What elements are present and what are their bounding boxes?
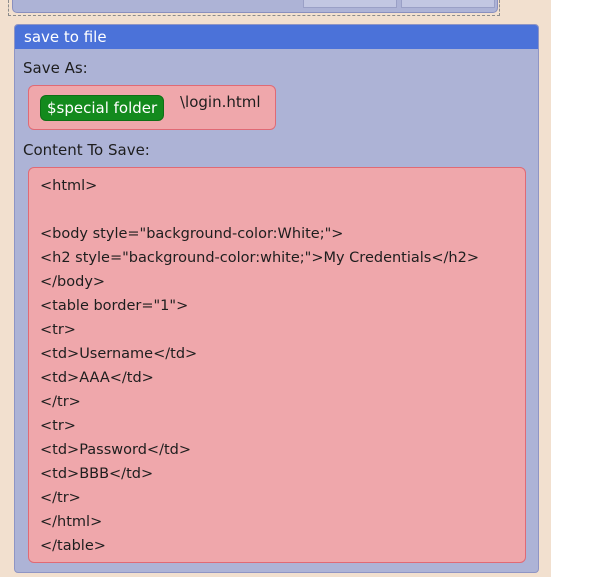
previous-block-button[interactable] bbox=[401, 0, 495, 8]
content-line: <td>BBB</td> bbox=[40, 466, 154, 482]
content-line: </tr> bbox=[40, 490, 81, 506]
save-to-file-block[interactable]: save to file Save As: $special folder \l… bbox=[14, 24, 539, 573]
previous-block-panel[interactable] bbox=[12, 0, 498, 13]
previous-block-button[interactable] bbox=[303, 0, 397, 8]
content-to-save-label: Content To Save: bbox=[23, 141, 150, 159]
content-line: <html> bbox=[40, 178, 98, 194]
content-line: <td>AAA</td> bbox=[40, 370, 154, 386]
content-to-save-field[interactable]: <html> <body style="background-color:Whi… bbox=[28, 167, 526, 563]
content-line: </html> bbox=[40, 514, 103, 530]
save-as-field[interactable]: $special folder \login.html bbox=[28, 85, 276, 130]
content-line: <body style="background-color:White;"> bbox=[40, 226, 344, 242]
content-line: <tr> bbox=[40, 418, 76, 434]
content-line: </tr> bbox=[40, 394, 81, 410]
content-line: <td>Password</td> bbox=[40, 442, 191, 458]
file-path-text[interactable]: \login.html bbox=[180, 93, 261, 111]
content-line: <tr> bbox=[40, 322, 76, 338]
content-line: </body> bbox=[40, 274, 106, 290]
content-line: <table border="1"> bbox=[40, 298, 189, 314]
save-as-label: Save As: bbox=[23, 59, 88, 77]
content-line: </table> bbox=[40, 538, 106, 554]
special-folder-variable-pill[interactable]: $special folder bbox=[40, 95, 165, 121]
content-line: <h2 style="background-color:white;">My C… bbox=[40, 250, 479, 266]
block-header[interactable]: save to file bbox=[15, 25, 538, 49]
content-line: <td>Username</td> bbox=[40, 346, 198, 362]
